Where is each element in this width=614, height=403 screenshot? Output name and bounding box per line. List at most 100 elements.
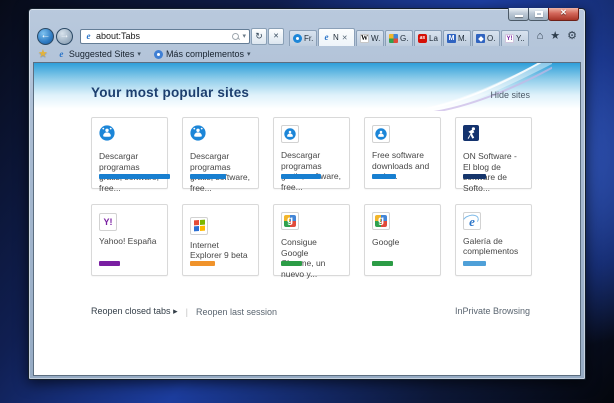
add-favorite-star-icon: ★ [38,48,48,60]
refresh-button[interactable]: ↻ [251,28,267,45]
tab-windows-live[interactable]: O... [472,30,500,46]
titlebar: ✕ [29,9,585,26]
favorites-star-icon: ★ [550,30,560,42]
tab-close-icon[interactable]: ✕ [342,34,348,42]
browser-window: ✕ ← → e about:Tabs ▾ ↻ ✕ Fr... e [28,8,586,380]
site-tile-google[interactable]: Google [364,204,441,276]
back-icon: ← [41,31,51,41]
reopen-closed-tabs-link[interactable]: Reopen closed tabs ▸ [91,306,178,317]
windows-live-icon [476,34,485,43]
home-button[interactable]: ⌂ [537,31,544,42]
site-tile-addon-gallery[interactable]: e Galería de complementos [455,204,532,276]
tab-msn[interactable]: M M... [443,30,471,46]
close-button[interactable]: ✕ [548,8,579,21]
softonic-icon [372,125,390,143]
forward-button[interactable]: → [56,28,73,45]
tile-title: Consigue Google Chrome, un nuevo y... [281,237,342,279]
favorites-bar: ★ e Suggested Sites ▾ Más complementos ▾ [29,46,585,62]
browser-action-icons: ⌂ ★ ⚙ [531,31,579,42]
tab-softonic[interactable]: Fr... [289,30,317,46]
tab-label: La... [429,34,438,43]
tab-label: Y... [516,34,525,43]
search-icon[interactable] [231,32,240,41]
favorites-button[interactable]: ★ [550,31,560,42]
address-dropdown-icon[interactable]: ▾ [242,32,246,40]
wikipedia-icon: W [360,34,369,43]
site-tile-softonic-1[interactable]: Descargar programas gratis, software, fr… [91,117,168,189]
tab-label: M... [458,34,467,43]
stop-icon: ✕ [273,32,279,40]
back-button[interactable]: ← [37,28,54,45]
more-addons-button[interactable]: Más complementos ▾ [150,48,255,60]
reopen-last-session-link[interactable]: Reopen last session [196,307,277,317]
tab-google[interactable]: G... [385,30,413,46]
site-tile-softonic-en[interactable]: Free software downloads and revie... [364,117,441,189]
lastfm-icon: as [418,34,427,43]
popularity-bar [463,261,486,266]
site-tile-google-chrome[interactable]: Consigue Google Chrome, un nuevo y... [273,204,350,276]
softonic-icon [190,125,206,141]
forward-icon: → [60,31,70,41]
tab-wikipedia[interactable]: W W... [356,30,384,46]
tools-button[interactable]: ⚙ [567,31,577,42]
site-tile-yahoo[interactable]: Y! Yahoo! España [91,204,168,276]
site-tile-softonic-3[interactable]: Descargar programas gratis, software, fr… [273,117,350,189]
desktop-background: ✕ ← → e about:Tabs ▾ ↻ ✕ Fr... e [0,0,614,403]
maximize-icon [535,11,543,17]
inprivate-browsing-link[interactable]: InPrivate Browsing [455,306,530,317]
navigation-bar: ← → e about:Tabs ▾ ↻ ✕ Fr... e N ✕ [29,26,585,46]
ie-icon: e [322,33,331,42]
page-title: Your most popular sites [91,85,249,100]
tab-label: N [333,33,339,42]
gear-icon: ⚙ [567,30,577,42]
address-bar[interactable]: e about:Tabs ▾ [80,29,250,44]
maximize-button[interactable] [528,8,549,21]
popular-sites-grid: Descargar programas gratis, software, fr… [34,100,580,276]
softonic-icon [99,125,115,141]
tab-yahoo[interactable]: Y! Y... [501,30,529,46]
softonic-icon [281,125,299,143]
msn-icon: M [447,34,456,43]
tile-title: Descargar programas gratis, software, fr… [281,150,342,192]
tab-label: G... [400,34,409,43]
softonic-icon [293,34,302,43]
google-icon [281,212,299,230]
tab-new-tab-active[interactable]: e N ✕ [318,28,355,46]
window-controls: ✕ [509,8,579,21]
popularity-bar [190,174,226,179]
arrow-right-icon: ▸ [173,306,178,316]
tab-lastfm[interactable]: as La... [414,30,442,46]
add-favorite-button[interactable]: ★ [38,49,48,60]
popularity-bar [281,174,321,179]
ie-icon: e [463,212,481,230]
suggested-sites-button[interactable]: e Suggested Sites ▾ [53,48,145,60]
stop-button[interactable]: ✕ [268,28,284,45]
minimize-button[interactable] [508,8,529,21]
tile-title: Internet Explorer 9 beta [190,240,251,261]
site-tile-ie9-beta[interactable]: Internet Explorer 9 beta [182,204,259,276]
site-tile-on-software[interactable]: ON Software - El blog de software de Sof… [455,117,532,189]
more-addons-label: Más complementos [166,49,244,59]
suggested-sites-label: Suggested Sites [69,49,135,59]
tile-title: Yahoo! España [99,236,160,247]
on-software-icon [463,125,479,141]
tab-label: O... [487,34,496,43]
minimize-icon [515,15,523,17]
home-icon: ⌂ [537,30,544,42]
popularity-bar [463,174,486,179]
hide-sites-link[interactable]: Hide sites [490,90,530,100]
google-icon [389,34,398,43]
tile-title: Descargar programas gratis, software, fr… [99,151,160,193]
popularity-bar [372,261,393,266]
page-favicon-ie-icon: e [84,32,93,41]
site-tile-softonic-2[interactable]: Descargar programas gratis, software, fr… [182,117,259,189]
addons-icon [154,50,163,59]
popularity-bar [99,261,120,266]
page-content: Your most popular sites Hide sites Desca… [33,62,581,376]
tab-label: W... [371,34,380,43]
tile-title: Galería de complementos [463,236,524,257]
footer-divider: | [186,307,188,317]
close-icon: ✕ [549,8,578,17]
page-footer: Reopen closed tabs ▸ | Reopen last sessi… [34,276,580,317]
yahoo-icon: Y! [505,34,514,43]
